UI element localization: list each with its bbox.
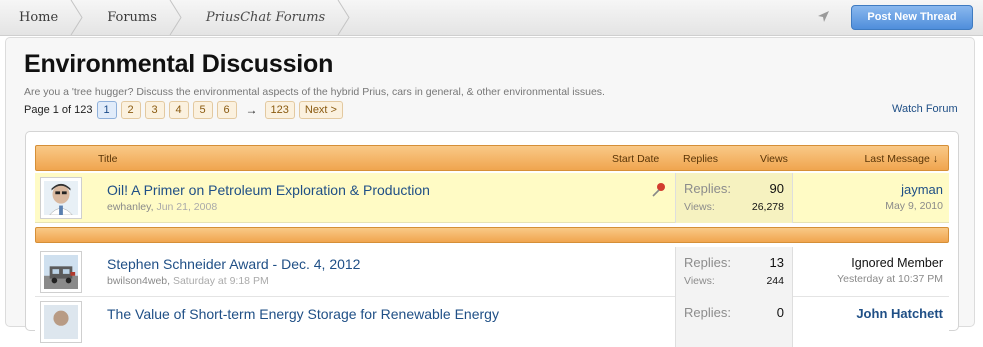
avatar[interactable] — [40, 301, 82, 343]
breadcrumb-forums[interactable]: Forums — [88, 0, 187, 35]
breadcrumb-forums-label: Forums — [107, 10, 157, 25]
breadcrumb-priuschat-label: PriusChat Forums — [205, 10, 326, 25]
column-views[interactable]: Views — [760, 153, 788, 165]
views-label: Views: — [684, 201, 715, 213]
page-button-2[interactable]: 2 — [120, 101, 141, 119]
last-message-date[interactable]: May 9, 2010 — [773, 200, 943, 212]
last-message: jayman May 9, 2010 — [773, 182, 943, 212]
next-page-button[interactable]: Next > — [298, 101, 343, 119]
replies-label: Replies: — [684, 255, 731, 270]
thread-title-link[interactable]: Oil! A Primer on Petroleum Exploration &… — [107, 182, 430, 198]
page-button-5[interactable]: 5 — [192, 101, 213, 119]
watch-forum-link[interactable]: Watch Forum — [892, 103, 958, 115]
sticky-separator — [35, 227, 949, 243]
thread-start-date: Jun 21, 2008 — [156, 201, 218, 213]
page-button-1[interactable]: 1 — [96, 101, 117, 119]
user-avatar-image — [44, 305, 78, 339]
thread-meta: ewhanley, Jun 21, 2008 — [107, 201, 218, 213]
replies-label: Replies: — [684, 181, 731, 196]
views-label: Views: — [684, 275, 715, 287]
breadcrumb-separator-icon — [337, 0, 350, 35]
last-message: John Hatchett — [773, 306, 943, 321]
last-message-user: Ignored Member — [851, 256, 943, 270]
breadcrumb-separator-icon — [70, 0, 83, 35]
last-message-user-link[interactable]: John Hatchett — [773, 306, 943, 321]
column-title[interactable]: Title — [98, 153, 117, 165]
page-button-6[interactable]: 6 — [216, 101, 237, 119]
last-message: Ignored Member Yesterday at 10:37 PM — [773, 256, 943, 285]
page-button-last[interactable]: 123 — [264, 101, 295, 119]
column-replies[interactable]: Replies — [683, 153, 718, 165]
column-last-message[interactable]: Last Message ↓ — [864, 153, 938, 165]
forum-description: Are you a 'tree hugger? Discuss the envi… — [24, 86, 605, 98]
breadcrumb-bar: Home Forums PriusChat Forums Post New Th… — [0, 0, 983, 36]
breadcrumb-home[interactable]: Home — [0, 0, 88, 35]
page-jump-arrow-icon[interactable]: → — [246, 103, 258, 117]
navigation-arrow-icon[interactable] — [815, 9, 831, 25]
avatar[interactable] — [40, 177, 82, 219]
thread-start-date: Saturday at 9:18 PM — [172, 275, 269, 287]
breadcrumb-separator-icon — [169, 0, 182, 35]
page-button-3[interactable]: 3 — [144, 101, 165, 119]
thread-title-link[interactable]: The Value of Short-term Energy Storage f… — [107, 306, 499, 322]
avatar[interactable] — [40, 251, 82, 293]
thread-stats: Replies: 0 — [675, 297, 793, 347]
user-avatar-image — [44, 181, 78, 216]
breadcrumb-priuschat-forums[interactable]: PriusChat Forums — [187, 0, 355, 35]
thread-author-link[interactable]: bwilson4web — [107, 275, 167, 287]
thread-list-header: Title Start Date Replies Views Last Mess… — [35, 145, 949, 171]
thread-title-link[interactable]: Stephen Schneider Award - Dec. 4, 2012 — [107, 256, 360, 272]
thread-meta: bwilson4web, Saturday at 9:18 PM — [107, 275, 269, 287]
page-title: Environmental Discussion — [24, 50, 334, 78]
thread-row: Stephen Schneider Award - Dec. 4, 2012 b… — [35, 247, 949, 297]
page-button-4[interactable]: 4 — [168, 101, 189, 119]
thread-author-link[interactable]: ewhanley — [107, 201, 151, 213]
last-message-date[interactable]: Yesterday at 10:37 PM — [773, 273, 943, 285]
last-message-user-link[interactable]: jayman — [773, 182, 943, 197]
post-new-thread-button[interactable]: Post New Thread — [851, 5, 973, 30]
user-avatar-image — [44, 255, 78, 289]
thread-row: The Value of Short-term Energy Storage f… — [35, 297, 949, 347]
breadcrumb-home-label: Home — [19, 10, 59, 25]
pagination: Page 1 of 123 1 2 3 4 5 6 → 123 Next > — [24, 101, 347, 119]
breadcrumb: Home Forums PriusChat Forums — [0, 0, 355, 35]
page-count-label: Page 1 of 123 — [24, 104, 93, 116]
sticky-pin-icon — [652, 183, 665, 197]
column-start-date[interactable]: Start Date — [612, 153, 659, 165]
thread-row: Oil! A Primer on Petroleum Exploration &… — [35, 173, 949, 223]
